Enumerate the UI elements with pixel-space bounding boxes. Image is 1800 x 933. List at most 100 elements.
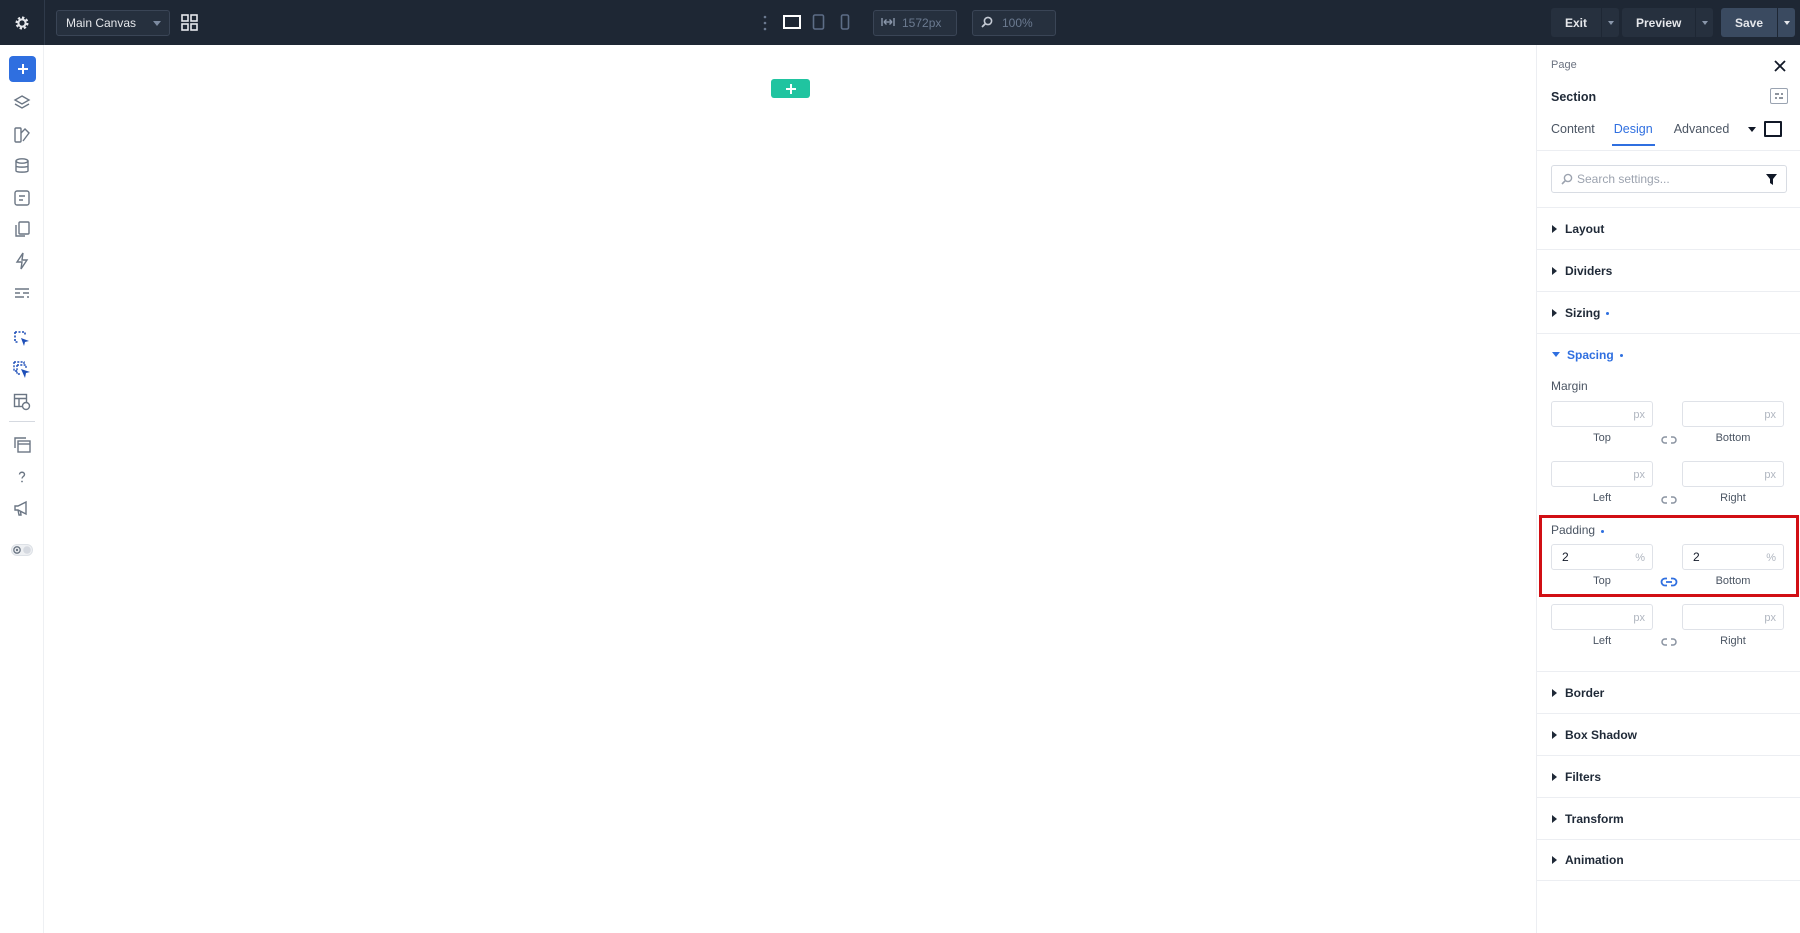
accordion-layout[interactable]: Layout [1537,207,1800,249]
accordion-sizing[interactable]: Sizing [1537,291,1800,333]
tablet-view-icon[interactable] [812,14,825,30]
more-vertical-icon[interactable] [762,14,768,32]
accordion-label: Transform [1565,811,1624,826]
caret-down-icon [1552,352,1560,357]
add-section-button[interactable] [771,79,810,98]
unit-label[interactable]: px [1633,469,1645,481]
theme-toggle[interactable] [11,543,33,556]
unit-label[interactable]: px [1764,469,1776,481]
modified-indicator [1619,354,1623,357]
cursor-select-icon[interactable] [12,329,32,349]
help-icon[interactable] [12,467,32,487]
accordion-border[interactable]: Border [1537,671,1800,713]
caret-right-icon [1552,224,1557,233]
unit-label[interactable]: px [1633,409,1645,421]
margin-left-input[interactable]: px [1551,461,1653,487]
preview-dropdown-icon[interactable] [1695,8,1713,37]
filter-icon[interactable] [1766,174,1777,185]
modified-indicator [1606,312,1610,315]
caret-right-icon [1552,308,1557,317]
windows-icon[interactable] [12,435,32,455]
element-options-icon[interactable] [1770,88,1788,104]
margin-top-caption: Top [1593,432,1611,444]
form-icon[interactable] [12,188,32,208]
settings-search-input[interactable]: Search settings... [1551,165,1787,193]
top-toolbar: Main Canvas 1572px 100% Exit Preview Sav… [0,0,1800,45]
accordion-label: Box Shadow [1565,727,1638,742]
tab-advanced[interactable]: Advanced [1674,122,1730,146]
accordion-transform[interactable]: Transform [1537,797,1800,839]
template-settings-icon[interactable] [12,392,32,412]
search-placeholder: Search settings... [1577,172,1670,186]
preview-button[interactable]: Preview [1622,8,1714,37]
caret-right-icon [1552,730,1557,739]
unlink-icon[interactable] [1660,493,1678,505]
margin-left-caption: Left [1592,492,1612,504]
save-label: Save [1735,15,1764,30]
margin-right-input[interactable]: px [1682,461,1784,487]
chevron-down-icon[interactable] [1748,127,1756,132]
unit-label[interactable]: px [1764,409,1776,421]
exit-button[interactable]: Exit [1551,8,1620,37]
tab-content[interactable]: Content [1551,122,1595,146]
grid-icon[interactable] [181,14,198,31]
style-library-icon[interactable] [12,125,32,145]
padding-right-input[interactable]: px [1682,604,1784,630]
multi-select-icon[interactable] [12,360,32,380]
zoom-value: 100% [1002,16,1033,30]
save-dropdown-icon[interactable] [1777,8,1795,37]
megaphone-icon[interactable] [12,498,32,518]
accordion-spacing[interactable]: Spacing [1537,333,1800,375]
canvas-select[interactable]: Main Canvas [56,10,170,36]
unit-label[interactable]: px [1764,612,1776,624]
caret-right-icon [1552,266,1557,275]
accordion-label: Animation [1565,853,1624,867]
close-icon[interactable] [1773,59,1787,73]
accordion-dividers[interactable]: Dividers [1537,249,1800,291]
margin-top-input[interactable]: px [1551,401,1653,427]
margin-bottom-caption: Bottom [1715,432,1751,444]
unit-label[interactable]: px [1633,612,1645,624]
add-element-button[interactable] [9,56,36,82]
zoom-search-icon [981,16,993,31]
desktop-view-icon[interactable] [783,14,801,30]
tab-design[interactable]: Design [1611,122,1655,146]
pages-icon[interactable] [12,219,32,239]
save-button[interactable]: Save [1721,8,1796,37]
accordion-label: Sizing [1565,305,1601,320]
device-preview-icon[interactable] [1764,121,1782,137]
lightning-icon[interactable] [12,251,32,271]
canvas-width-field[interactable]: 1572px [873,10,957,36]
margin-label: Margin [1551,379,1588,393]
margin-right-caption: Right [1720,492,1746,504]
left-toolbar [0,45,44,933]
layers-icon[interactable] [12,93,32,113]
padding-left-caption: Left [1592,635,1612,647]
caret-right-icon [1552,688,1557,697]
mobile-view-icon[interactable] [840,14,850,30]
accordion-box-shadow[interactable]: Box Shadow [1537,713,1800,755]
zoom-field[interactable]: 100% [972,10,1056,36]
padding-highlight-box [1539,515,1799,597]
tab-divider [1537,150,1800,151]
unlink-icon[interactable] [1660,433,1678,445]
unlink-icon[interactable] [1660,635,1678,647]
margin-bottom-input[interactable]: px [1682,401,1784,427]
settings-gear-icon[interactable] [10,11,34,35]
settings-panel: Page Section Content Design Advanced Sea… [1536,45,1800,933]
exit-label: Exit [1565,15,1588,30]
accordion-label: Dividers [1565,263,1613,278]
caret-right-icon [1552,814,1557,823]
database-icon[interactable] [12,156,32,176]
accordion-label: Border [1565,685,1605,700]
exit-dropdown-icon[interactable] [1601,8,1619,37]
breadcrumb[interactable]: Page [1551,59,1577,71]
search-icon [1561,173,1573,185]
left-toolbar-divider [9,421,35,422]
padding-left-input[interactable]: px [1551,604,1653,630]
accordion-label: Spacing [1567,347,1614,362]
accordion-animation[interactable]: Animation [1537,839,1800,881]
sliders-icon[interactable] [12,283,32,303]
chevron-down-icon [153,21,161,26]
accordion-filters[interactable]: Filters [1537,755,1800,797]
